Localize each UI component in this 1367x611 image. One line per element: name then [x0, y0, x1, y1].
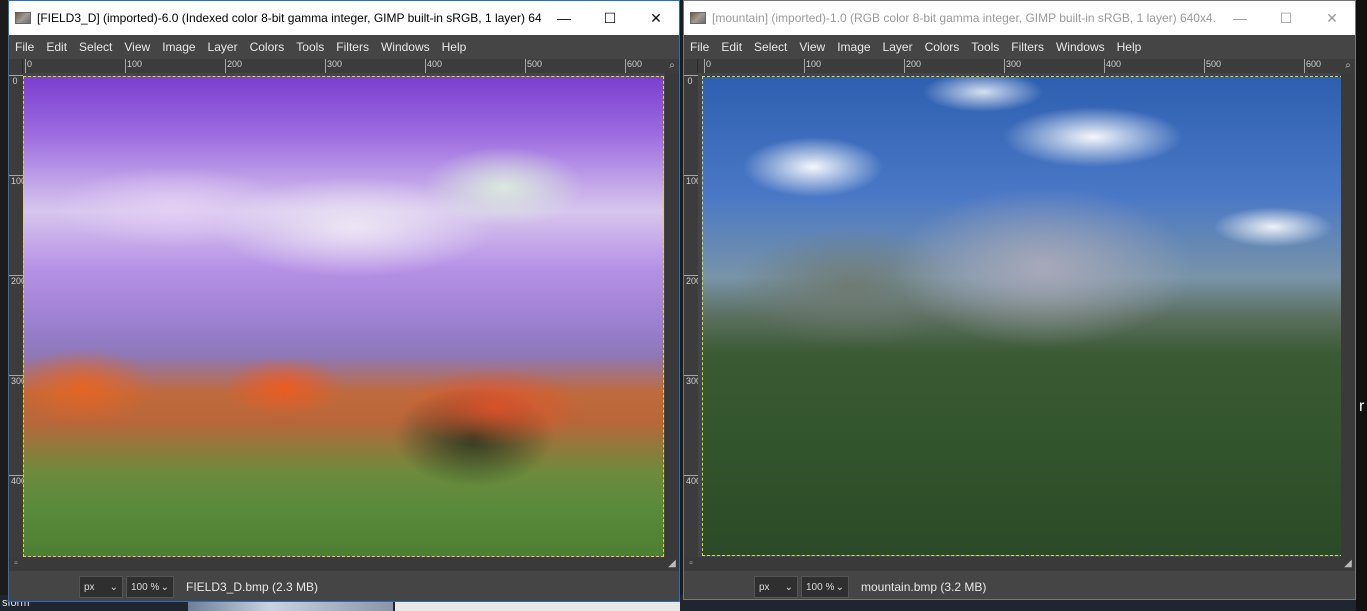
zoom-select[interactable]: 100 % ⌄: [126, 576, 174, 598]
ruler-label: 400: [686, 476, 698, 486]
ruler-label: 500: [1206, 59, 1222, 69]
zoom-value: 100 %: [806, 581, 835, 593]
gimp-app-icon: [690, 12, 706, 24]
menu-filters[interactable]: Filters: [1005, 35, 1050, 59]
status-bar: px ⌄ 100 % ⌄ FIELD3_D.bmp (2.3 MB): [9, 573, 679, 601]
ruler-label: 300: [11, 376, 23, 386]
menu-bar: File Edit Select View Image Layer Colors…: [9, 35, 679, 59]
vertical-scrollbar[interactable]: [665, 73, 679, 557]
ruler-label: 200: [906, 59, 922, 69]
ruler-label: 0: [27, 59, 33, 69]
navigate-corner-icon[interactable]: ▫: [684, 557, 698, 571]
file-info: mountain.bmp (3.2 MB): [861, 580, 987, 594]
quick-mask-corner[interactable]: [9, 59, 23, 73]
zoom-select[interactable]: 100 % ⌄: [801, 576, 849, 598]
horizontal-scrollbar[interactable]: [23, 557, 665, 571]
menu-view[interactable]: View: [118, 35, 156, 59]
minimize-button[interactable]: —: [1217, 1, 1263, 35]
ruler-label: 200: [686, 276, 698, 286]
maximize-button[interactable]: ☐: [1263, 1, 1309, 35]
ruler-label: 600: [1306, 59, 1322, 69]
menu-colors[interactable]: Colors: [244, 35, 291, 59]
title-bar[interactable]: [mountain] (imported)-1.0 (RGB color 8-b…: [684, 1, 1355, 35]
vertical-ruler[interactable]: 0 100 200 300 400: [9, 73, 23, 557]
menu-tools[interactable]: Tools: [965, 35, 1005, 59]
zoom-icon[interactable]: ⌕: [1341, 59, 1355, 73]
menu-layer[interactable]: Layer: [202, 35, 244, 59]
ruler-label: 100: [127, 59, 143, 69]
file-info: FIELD3_D.bmp (2.3 MB): [186, 580, 319, 594]
ruler-label: 100: [686, 176, 698, 186]
ruler-label: 200: [11, 276, 23, 286]
menu-tools[interactable]: Tools: [290, 35, 330, 59]
vertical-ruler[interactable]: 0 100 200 300 400: [684, 73, 698, 557]
horizontal-ruler[interactable]: 0 100 200 300 400 500 600: [23, 59, 665, 73]
menu-select[interactable]: Select: [748, 35, 793, 59]
horizontal-scrollbar[interactable]: [698, 557, 1341, 571]
menu-image[interactable]: Image: [831, 35, 876, 59]
menu-edit[interactable]: Edit: [715, 35, 748, 59]
image-canvas[interactable]: [23, 76, 664, 557]
menu-view[interactable]: View: [793, 35, 831, 59]
chevron-down-icon: ⌄: [109, 581, 118, 593]
unit-value: px: [759, 581, 770, 593]
desktop-right-edge: [1356, 0, 1367, 611]
navigate-corner-icon[interactable]: ▫: [9, 557, 23, 571]
horizontal-ruler[interactable]: 0 100 200 300 400 500 600: [698, 59, 1341, 73]
menu-file[interactable]: File: [9, 35, 40, 59]
menu-file[interactable]: File: [684, 35, 715, 59]
ruler-label: 0: [12, 76, 18, 86]
status-bar: px ⌄ 100 % ⌄ mountain.bmp (3.2 MB): [684, 573, 1355, 599]
ruler-label: 200: [227, 59, 243, 69]
ruler-label: 300: [1006, 59, 1022, 69]
menu-windows[interactable]: Windows: [375, 35, 436, 59]
close-button[interactable]: ✕: [633, 1, 679, 35]
menu-select[interactable]: Select: [73, 35, 118, 59]
ruler-label: 400: [427, 59, 443, 69]
chevron-down-icon: ⌄: [160, 581, 169, 593]
menu-image[interactable]: Image: [156, 35, 201, 59]
ruler-label: 500: [527, 59, 543, 69]
ruler-label: 400: [11, 476, 23, 486]
chevron-down-icon: ⌄: [784, 581, 793, 593]
menu-edit[interactable]: Edit: [40, 35, 73, 59]
ruler-label: 400: [1106, 59, 1122, 69]
unit-value: px: [84, 581, 95, 593]
menu-help[interactable]: Help: [1111, 35, 1148, 59]
ruler-label: 100: [806, 59, 822, 69]
desktop-partial-char: r: [1359, 398, 1365, 415]
zoom-value: 100 %: [131, 581, 160, 593]
navigate-arrow-icon[interactable]: ◢: [665, 557, 679, 571]
minimize-button[interactable]: —: [541, 1, 587, 35]
quick-mask-corner[interactable]: [684, 59, 698, 73]
menu-colors[interactable]: Colors: [919, 35, 966, 59]
ruler-label: 300: [686, 376, 698, 386]
window-title: [mountain] (imported)-1.0 (RGB color 8-b…: [712, 11, 1217, 25]
zoom-icon[interactable]: ⌕: [665, 59, 679, 73]
maximize-button[interactable]: ☐: [587, 1, 633, 35]
navigate-arrow-icon[interactable]: ◢: [1341, 557, 1355, 571]
unit-select[interactable]: px ⌄: [754, 576, 798, 598]
ruler-label: 100: [11, 176, 23, 186]
ruler-label: 300: [327, 59, 343, 69]
window-title: [FIELD3_D] (imported)-6.0 (Indexed color…: [37, 11, 541, 25]
menu-windows[interactable]: Windows: [1050, 35, 1111, 59]
menu-help[interactable]: Help: [436, 35, 473, 59]
image-canvas[interactable]: [702, 76, 1343, 556]
gimp-window-field3[interactable]: [FIELD3_D] (imported)-6.0 (Indexed color…: [8, 0, 680, 602]
ruler-label: 0: [687, 76, 693, 86]
menu-layer[interactable]: Layer: [877, 35, 919, 59]
menu-filters[interactable]: Filters: [330, 35, 375, 59]
gimp-app-icon: [15, 12, 31, 24]
menu-bar: File Edit Select View Image Layer Colors…: [684, 35, 1355, 59]
chevron-down-icon: ⌄: [835, 581, 844, 593]
gimp-window-mountain[interactable]: [mountain] (imported)-1.0 (RGB color 8-b…: [683, 0, 1356, 600]
ruler-label: 0: [706, 59, 712, 69]
title-bar[interactable]: [FIELD3_D] (imported)-6.0 (Indexed color…: [9, 1, 679, 35]
vertical-scrollbar[interactable]: [1341, 73, 1355, 557]
unit-select[interactable]: px ⌄: [79, 576, 123, 598]
ruler-label: 600: [627, 59, 643, 69]
close-button[interactable]: ✕: [1309, 1, 1355, 35]
